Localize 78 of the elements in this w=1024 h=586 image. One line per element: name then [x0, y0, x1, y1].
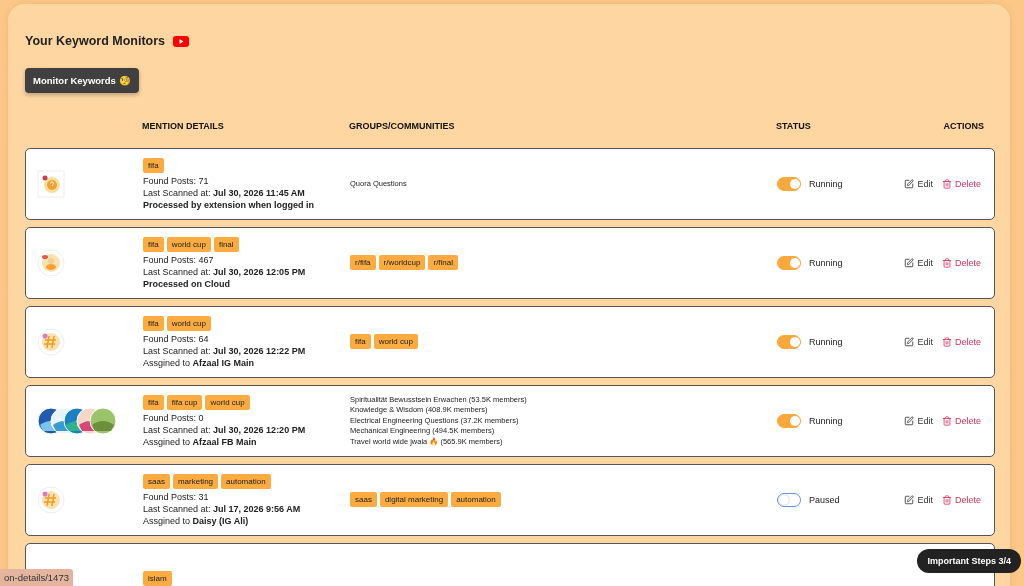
edit-link[interactable]: Edit	[904, 179, 933, 189]
trash-icon	[942, 337, 952, 347]
delete-link[interactable]: Delete	[942, 258, 981, 268]
keyword-tag: world cup	[166, 316, 211, 331]
last-scanned: Last Scanned at: Jul 30, 2026 12:20 PM	[143, 425, 307, 435]
page-title: Your Keyword Monitors	[25, 34, 166, 48]
keyword-tag: fifa cup	[166, 395, 203, 410]
edit-icon	[904, 495, 915, 505]
last-scanned: Last Scanned at: Jul 30, 2026 12:05 PM	[143, 267, 307, 277]
edit-icon	[904, 416, 915, 426]
status-toggle[interactable]	[777, 493, 801, 507]
community-tag: automation	[451, 492, 501, 507]
found-posts: Found Posts: 0	[143, 413, 205, 423]
column-header: ACTIONS	[943, 121, 985, 131]
community-tag: fifa	[350, 334, 371, 349]
community-tag: digital marketing	[379, 492, 449, 507]
found-posts: Found Posts: 467	[143, 255, 215, 265]
status-label: Running	[809, 337, 843, 347]
link-url: on-details/1473	[0, 569, 73, 586]
edit-link[interactable]: Edit	[904, 337, 933, 347]
keyword-tag: marketing	[172, 474, 219, 489]
keyword-tag: world cup	[205, 395, 250, 410]
steps-badge[interactable]: Important Steps 3/4	[917, 549, 1021, 573]
community-tag: saas	[350, 492, 377, 507]
community-tag: world cup	[373, 334, 418, 349]
monitor-note: Processed on Cloud	[143, 279, 232, 289]
edit-icon	[904, 258, 915, 268]
keyword-tag: saas	[143, 474, 170, 489]
keyword-tag: automation	[221, 474, 271, 489]
column-header: MENTION DETAILS	[142, 121, 225, 131]
keyword-tag: fifa	[143, 395, 164, 410]
status-toggle[interactable]	[777, 177, 801, 191]
found-posts: Found Posts: 64	[143, 334, 210, 344]
community-tag: r/fifa	[350, 255, 376, 270]
question-icon	[37, 170, 65, 198]
trash-icon	[942, 495, 952, 505]
status-label: Running	[809, 416, 843, 426]
edit-icon	[904, 337, 915, 347]
community-tag: r/final	[428, 255, 459, 270]
delete-link[interactable]: Delete	[942, 337, 981, 347]
trash-icon	[942, 258, 952, 268]
delete-link[interactable]: Delete	[942, 495, 981, 505]
status-label: Paused	[809, 495, 840, 505]
status-label: Running	[809, 179, 843, 189]
keyword-tag: fifa	[143, 237, 164, 252]
delete-link[interactable]: Delete	[942, 416, 981, 426]
delete-link[interactable]: Delete	[942, 179, 981, 189]
keyword-tag: world cup	[166, 237, 211, 252]
found-posts: Found Posts: 71	[143, 176, 210, 186]
last-scanned: Last Scanned at: Jul 30, 2026 11:45 AM	[143, 188, 306, 198]
community-tag: r/worldcup	[378, 255, 426, 270]
hashtag-icon	[37, 328, 65, 356]
edit-link[interactable]: Edit	[904, 416, 933, 426]
keyword-tag: final	[213, 237, 239, 252]
status-toggle[interactable]	[777, 335, 801, 349]
trash-icon	[942, 416, 952, 426]
monitor-note: Assgined to Daisy (IG Ali)	[143, 516, 250, 526]
edit-icon	[904, 179, 915, 189]
keyword-tag: fifa	[143, 316, 164, 331]
edit-link[interactable]: Edit	[904, 495, 933, 505]
column-header: GROUPS/COMMUNITIES	[349, 121, 456, 131]
last-scanned: Last Scanned at: Jul 17, 2026 9:56 AM	[143, 504, 302, 514]
play-icon	[173, 35, 190, 47]
last-scanned: Last Scanned at: Jul 30, 2026 12:22 PM	[143, 346, 307, 356]
trash-icon	[942, 179, 952, 189]
status-toggle[interactable]	[777, 256, 801, 270]
monitor-note: Processed by extension when logged in	[143, 200, 316, 210]
monitor-keywords-button[interactable]: Monitor Keywords 🧐	[25, 68, 139, 93]
status-label: Running	[809, 258, 843, 268]
hashtag-icon	[37, 486, 65, 514]
monitor-note: Assgined to Afzaal IG Main	[143, 358, 256, 368]
keyword-tag: fifa	[143, 158, 164, 173]
edit-link[interactable]: Edit	[904, 258, 933, 268]
found-posts: Found Posts: 31	[143, 492, 210, 502]
column-header: STATUS	[776, 121, 812, 131]
keyword-tag: islam	[143, 571, 172, 586]
status-toggle[interactable]	[777, 414, 801, 428]
monitor-note: Assgined to Afzaal FB Main	[143, 437, 258, 447]
